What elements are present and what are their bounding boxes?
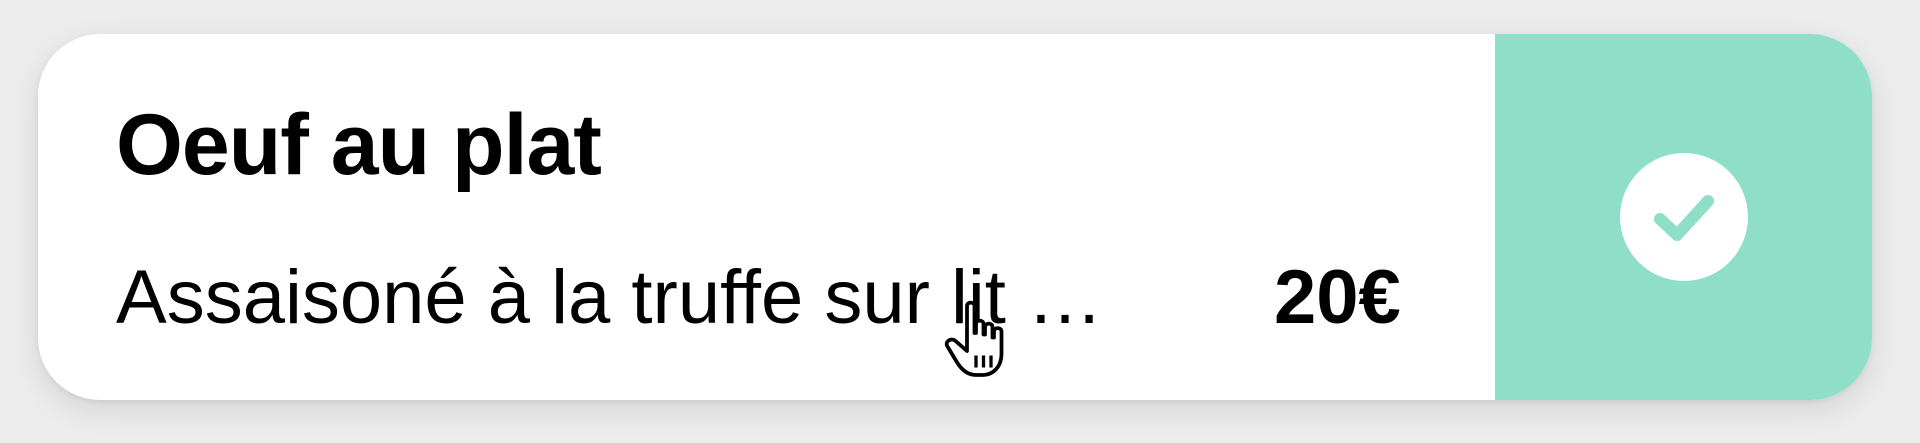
menu-item-content[interactable]: Oeuf au plat Assaisoné à la truffe sur l… (38, 34, 1495, 400)
menu-item-description: Assaisoné à la truffe sur lit … (116, 255, 1104, 340)
menu-item-details: Assaisoné à la truffe sur lit … 20€ (116, 254, 1456, 354)
menu-item-price: 20€ (1274, 255, 1401, 340)
check-icon (1653, 195, 1714, 241)
select-toggle-panel[interactable] (1495, 34, 1872, 400)
menu-item-card[interactable]: Oeuf au plat Assaisoné à la truffe sur l… (38, 34, 1872, 400)
menu-item-title: Oeuf au plat (116, 97, 602, 193)
check-circle (1619, 153, 1748, 281)
